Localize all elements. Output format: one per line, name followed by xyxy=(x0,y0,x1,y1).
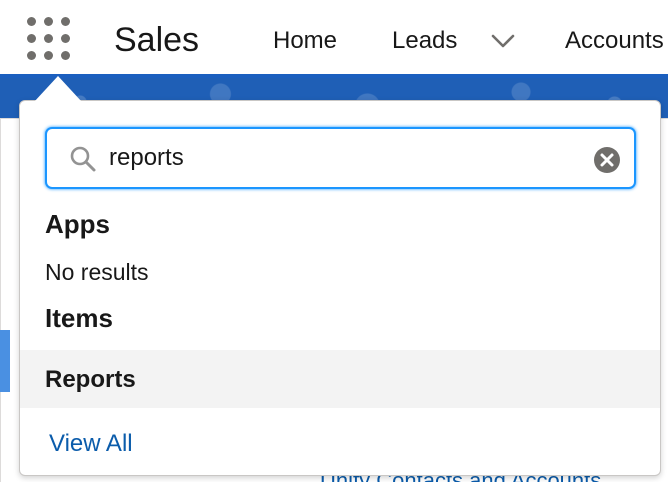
app-launcher-icon[interactable] xyxy=(27,17,71,61)
clear-icon[interactable] xyxy=(594,147,620,173)
item-result-label: Reports xyxy=(45,366,136,393)
items-section-heading: Items xyxy=(45,303,113,333)
dropdown-caret xyxy=(34,76,82,102)
apps-no-results-text: No results xyxy=(45,259,149,285)
view-all-link[interactable]: View All xyxy=(49,429,133,459)
app-launcher-dropdown: Apps No results Items Reports View All xyxy=(19,100,661,476)
search-input[interactable] xyxy=(109,141,579,175)
item-result-reports[interactable]: Reports xyxy=(20,350,660,408)
search-box xyxy=(45,127,636,189)
nav-item-leads[interactable]: Leads xyxy=(392,26,457,56)
nav-item-accounts[interactable]: Accounts xyxy=(565,26,664,56)
search-icon xyxy=(70,146,96,172)
nav-item-home[interactable]: Home xyxy=(273,26,337,56)
global-navigation-bar: Sales Home Leads Accounts xyxy=(0,0,668,78)
apps-section-heading: Apps xyxy=(45,209,110,239)
chevron-down-icon[interactable] xyxy=(490,30,516,52)
app-name: Sales xyxy=(114,21,200,59)
page: Sales Home Leads Accounts Unify Contacts… xyxy=(0,0,668,482)
background-accent-strip xyxy=(0,330,10,392)
